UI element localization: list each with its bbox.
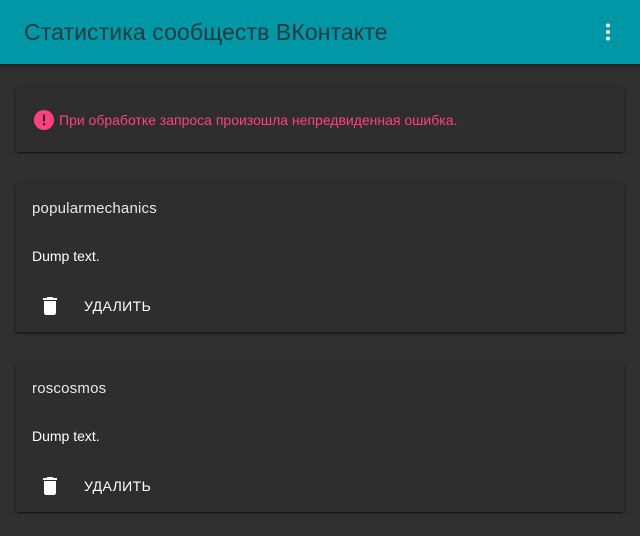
page-title: Статистика сообществ ВКонтакте — [24, 18, 388, 45]
community-card: popularmechanics Dump text. УДАЛИТЬ — [16, 184, 624, 332]
error-message: При обработке запроса произошла непредви… — [59, 112, 458, 128]
community-name: roscosmos — [32, 380, 107, 397]
trash-icon — [38, 474, 62, 498]
error-icon — [34, 110, 54, 130]
app-bar: Статистика сообществ ВКонтакте — [0, 0, 640, 64]
delete-button[interactable]: УДАЛИТЬ — [32, 470, 159, 502]
trash-icon — [38, 294, 62, 318]
delete-button-label: УДАЛИТЬ — [84, 478, 152, 494]
delete-button-label: УДАЛИТЬ — [84, 298, 152, 314]
community-card: roscosmos Dump text. УДАЛИТЬ — [16, 364, 624, 512]
more-vert-icon[interactable] — [596, 20, 620, 44]
community-text: Dump text. — [32, 248, 100, 264]
error-card: При обработке запроса произошла непредви… — [16, 88, 624, 152]
community-name: popularmechanics — [32, 200, 157, 217]
community-text: Dump text. — [32, 428, 100, 444]
delete-button[interactable]: УДАЛИТЬ — [32, 290, 159, 322]
